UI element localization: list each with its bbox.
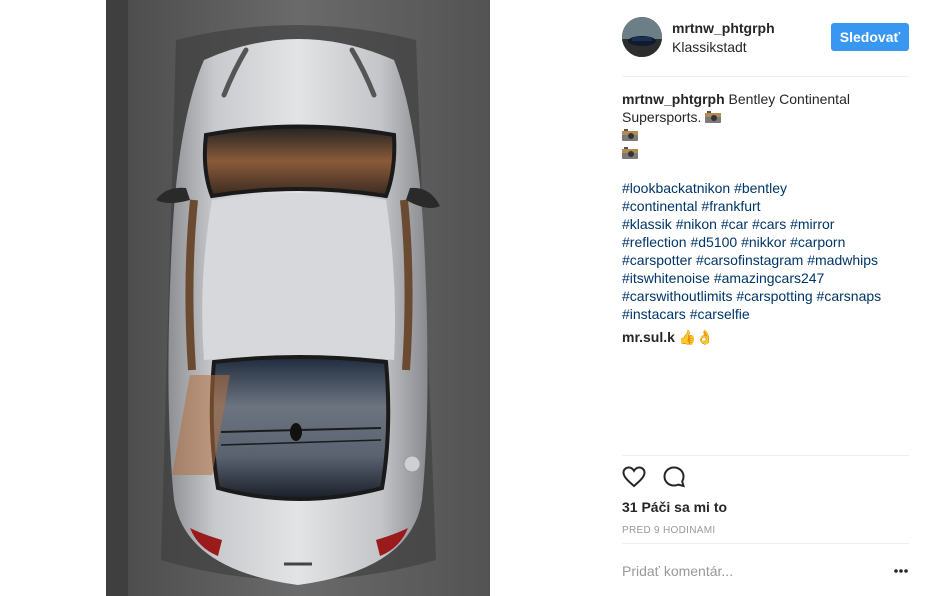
follow-button[interactable]: Sledovať (831, 23, 909, 51)
more-options-icon[interactable] (893, 566, 909, 576)
actions-divider (622, 455, 909, 456)
hashtag-link[interactable]: #frankfurt (701, 198, 760, 214)
hashtag-link[interactable]: #carsofinstagram (696, 252, 803, 268)
likes-count[interactable]: 31 Páči sa mi to (622, 499, 727, 515)
username-link[interactable]: mrtnw_phtgrph (672, 20, 775, 36)
hashtag-link[interactable]: #mirror (790, 216, 834, 232)
hashtag-link[interactable]: #klassik (622, 216, 672, 232)
hashtag-link[interactable]: #carspotter (622, 252, 692, 268)
comment-icon[interactable] (662, 465, 686, 489)
hashtag-link[interactable]: #continental (622, 198, 698, 214)
heart-icon[interactable] (622, 465, 646, 489)
hashtag-link[interactable]: #itswhitenoise (622, 270, 710, 286)
action-bar (622, 465, 909, 491)
hashtag-link[interactable]: #carspotting (736, 288, 812, 304)
camera-icon (622, 129, 638, 141)
hashtag-link[interactable]: #car (721, 216, 748, 232)
post-header: mrtnw_phtgrph Klassikstadt Sledovať (622, 15, 909, 75)
hashtag-link[interactable]: #bentley (734, 180, 787, 196)
comment: mr.sul.k 👍👌 (622, 329, 714, 346)
hashtag-link[interactable]: #d5100 (690, 234, 737, 250)
comment-text: 👍👌 (678, 329, 714, 345)
post-photo[interactable] (106, 0, 490, 596)
avatar[interactable] (622, 17, 662, 57)
hashtag-link[interactable]: #nikon (676, 216, 717, 232)
hashtag-list: #lookbackatnikon #bentley #continental #… (622, 179, 909, 323)
header-divider (622, 76, 909, 77)
camera-icon (705, 111, 722, 123)
hashtag-link[interactable]: #lookbackatnikon (622, 180, 730, 196)
hashtag-link[interactable]: #carswithoutlimits (622, 288, 732, 304)
hashtag-link[interactable]: #cars (752, 216, 786, 232)
hashtag-link[interactable]: #instacars (622, 306, 686, 322)
location-link[interactable]: Klassikstadt (672, 39, 747, 55)
comment-divider (622, 543, 909, 544)
caption: mrtnw_phtgrph Bentley Continental Supers… (622, 90, 909, 162)
hashtag-link[interactable]: #amazingcars247 (714, 270, 825, 286)
comment-username[interactable]: mr.sul.k (622, 329, 675, 345)
car-top-view-image (106, 0, 490, 596)
avatar-image (622, 17, 662, 57)
post-side-panel: mrtnw_phtgrph Klassikstadt Sledovať mrtn… (622, 0, 909, 596)
caption-username[interactable]: mrtnw_phtgrph (622, 91, 725, 107)
hashtag-link[interactable]: #madwhips (807, 252, 878, 268)
add-comment-input[interactable]: Pridať komentár... (622, 563, 882, 579)
post-timestamp[interactable]: PRED 9 HODINAMI (622, 525, 715, 536)
hashtag-link[interactable]: #carsnaps (817, 288, 882, 304)
hashtag-link[interactable]: #nikkor (741, 234, 786, 250)
hashtag-link[interactable]: #carporn (790, 234, 845, 250)
hashtag-link[interactable]: #reflection (622, 234, 687, 250)
camera-icon (622, 147, 638, 159)
hashtag-link[interactable]: #carselfie (690, 306, 750, 322)
